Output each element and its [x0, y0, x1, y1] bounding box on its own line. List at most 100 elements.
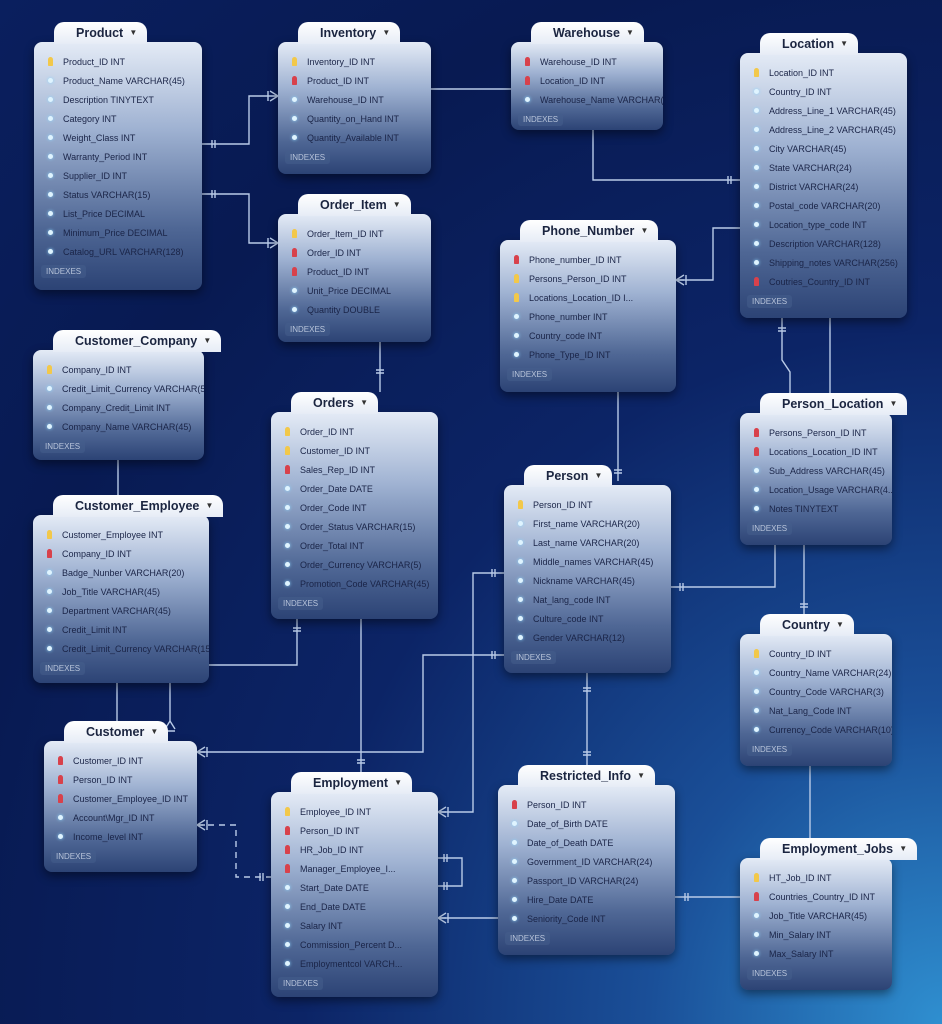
table-title-tab[interactable]: Employment ▼	[291, 772, 413, 794]
table-phone-number[interactable]: Phone_number_ID INT Persons_Person_ID INT…	[500, 220, 676, 392]
caret-down-icon[interactable]: ▼	[360, 392, 368, 414]
caret-down-icon[interactable]: ▼	[203, 330, 211, 352]
column-row[interactable]: Warehouse_Name VARCHAR(45)	[511, 90, 663, 109]
indexes-button[interactable]: INDEXES	[41, 265, 87, 278]
column-row[interactable]: City VARCHAR(45)	[740, 139, 907, 158]
column-row[interactable]: Countries_Country_ID INT	[740, 887, 892, 906]
caret-down-icon[interactable]: ▼	[840, 33, 848, 55]
column-row[interactable]: End_Date DATE	[271, 897, 438, 916]
table-title-tab[interactable]: Customer_Company ▼	[53, 330, 222, 352]
column-row[interactable]: Account\Mgr_ID INT	[44, 808, 197, 827]
column-row[interactable]: Product_ID INT	[34, 52, 202, 71]
column-row[interactable]: Commission_Percent D...	[271, 935, 438, 954]
column-row[interactable]: Employee_ID INT	[271, 802, 438, 821]
column-row[interactable]: Catalog_URL VARCHAR(128)	[34, 242, 202, 261]
column-row[interactable]: Postal_code VARCHAR(20)	[740, 196, 907, 215]
indexes-button[interactable]: INDEXES	[40, 440, 86, 453]
table-person[interactable]: Person_ID INT First_name VARCHAR(20) Last_…	[504, 465, 671, 673]
column-row[interactable]: HT_Job_ID INT	[740, 868, 892, 887]
column-row[interactable]: Persons_Person_ID INT	[740, 423, 892, 442]
column-row[interactable]: District VARCHAR(24)	[740, 177, 907, 196]
indexes-button[interactable]: INDEXES	[747, 522, 793, 535]
column-row[interactable]: Coutries_Country_ID INT	[740, 272, 907, 291]
column-row[interactable]: Order_Total INT	[271, 536, 438, 555]
table-title-tab[interactable]: Order_Item ▼	[298, 194, 411, 216]
caret-down-icon[interactable]: ▼	[150, 721, 158, 743]
column-row[interactable]: HR_Job_ID INT	[271, 840, 438, 859]
column-row[interactable]: Nickname VARCHAR(45)	[504, 571, 671, 590]
indexes-button[interactable]: INDEXES	[51, 850, 97, 863]
caret-down-icon[interactable]: ▼	[836, 614, 844, 636]
indexes-button[interactable]: INDEXES	[507, 368, 553, 381]
column-row[interactable]: Nat_Lang_Code INT	[740, 701, 892, 720]
table-customer-employee[interactable]: Customer_Employee INT Company_ID INT Badge…	[33, 495, 224, 683]
column-row[interactable]: Company_ID INT	[33, 544, 209, 563]
column-row[interactable]: Unit_Price DECIMAL	[278, 281, 431, 300]
column-row[interactable]: Locations_Location_ID I...	[500, 288, 676, 307]
column-row[interactable]: Supplier_ID INT	[34, 166, 202, 185]
table-product[interactable]: Product_ID INT Product_Name VARCHAR(45) De…	[34, 22, 202, 290]
column-row[interactable]: Date_of_Birth DATE	[498, 814, 675, 833]
column-row[interactable]: Department VARCHAR(45)	[33, 601, 209, 620]
column-row[interactable]: Promotion_Code VARCHAR(45)	[271, 574, 438, 593]
table-title-tab[interactable]: Warehouse ▼	[531, 22, 644, 44]
table-title-tab[interactable]: Person_Location ▼	[760, 393, 908, 415]
caret-down-icon[interactable]: ▼	[129, 22, 137, 44]
table-orders[interactable]: Order_ID INT Customer_ID INT Sales_Rep_ID …	[271, 392, 438, 619]
column-row[interactable]: Inventory_ID INT	[278, 52, 431, 71]
indexes-button[interactable]: INDEXES	[747, 967, 793, 980]
table-customer-company[interactable]: Company_ID INT Credit_Limit_Currency VARC…	[33, 330, 222, 460]
column-row[interactable]: Order_Code INT	[271, 498, 438, 517]
column-row[interactable]: Credit_Limit_Currency VARCHAR(15)	[33, 639, 209, 658]
indexes-button[interactable]: INDEXES	[40, 662, 86, 675]
column-row[interactable]: Location_ID INT	[511, 71, 663, 90]
column-row[interactable]: Address_Line_2 VARCHAR(45)	[740, 120, 907, 139]
column-row[interactable]: Address_Line_1 VARCHAR(45)	[740, 101, 907, 120]
column-row[interactable]: Seniority_Code INT	[498, 909, 675, 928]
column-row[interactable]: Description VARCHAR(128)	[740, 234, 907, 253]
caret-down-icon[interactable]: ▼	[640, 220, 648, 242]
table-order-item[interactable]: Order_Item_ID INT Order_ID INT Product_ID …	[278, 194, 431, 342]
column-row[interactable]: Country_Code VARCHAR(3)	[740, 682, 892, 701]
column-row[interactable]: Min_Salary INT	[740, 925, 892, 944]
indexes-button[interactable]: INDEXES	[285, 323, 331, 336]
column-row[interactable]: Country_ID INT	[740, 82, 907, 101]
column-row[interactable]: Company_Credit_Limit INT	[33, 398, 204, 417]
indexes-button[interactable]: INDEXES	[505, 932, 551, 945]
caret-down-icon[interactable]: ▼	[626, 22, 634, 44]
indexes-button[interactable]: INDEXES	[278, 977, 324, 990]
column-row[interactable]: List_Price DECIMAL	[34, 204, 202, 223]
column-row[interactable]: Shipping_notes VARCHAR(256)	[740, 253, 907, 272]
column-row[interactable]: Location_ID INT	[740, 63, 907, 82]
column-row[interactable]: Category INT	[34, 109, 202, 128]
column-row[interactable]: Sub_Address VARCHAR(45)	[740, 461, 892, 480]
column-row[interactable]: Employmentcol VARCH...	[271, 954, 438, 973]
column-row[interactable]: Product_ID INT	[278, 71, 431, 90]
indexes-button[interactable]: INDEXES	[747, 295, 793, 308]
caret-down-icon[interactable]: ▼	[393, 194, 401, 216]
caret-down-icon[interactable]: ▼	[899, 838, 907, 860]
column-row[interactable]: Location_type_code INT	[740, 215, 907, 234]
column-row[interactable]: Order_ID INT	[278, 243, 431, 262]
column-row[interactable]: Product_ID INT	[278, 262, 431, 281]
column-row[interactable]: Company_ID INT	[33, 360, 204, 379]
column-row[interactable]: Weight_Class INT	[34, 128, 202, 147]
column-row[interactable]: Person_ID INT	[504, 495, 671, 514]
column-row[interactable]: Order_Currency VARCHAR(5)	[271, 555, 438, 574]
column-row[interactable]: Gender VARCHAR(12)	[504, 628, 671, 647]
table-customer[interactable]: Customer_ID INT Person_ID INT Customer_Emp…	[44, 721, 197, 872]
table-title-tab[interactable]: Customer ▼	[64, 721, 169, 743]
column-row[interactable]: Person_ID INT	[498, 795, 675, 814]
column-row[interactable]: Country_ID INT	[740, 644, 892, 663]
column-row[interactable]: Currency_Code VARCHAR(10)	[740, 720, 892, 739]
column-row[interactable]: Warehouse_ID INT	[278, 90, 431, 109]
column-row[interactable]: Date_of_Death DATE	[498, 833, 675, 852]
column-row[interactable]: Phone_number_ID INT	[500, 250, 676, 269]
column-row[interactable]: Customer_Employee INT	[33, 525, 209, 544]
column-row[interactable]: Location_Usage VARCHAR(4...	[740, 480, 892, 499]
column-row[interactable]: Customer_Employee_ID INT	[44, 789, 197, 808]
table-title-tab[interactable]: Person ▼	[524, 465, 613, 487]
column-row[interactable]: Max_Salary INT	[740, 944, 892, 963]
table-inventory[interactable]: Inventory_ID INT Product_ID INT Warehouse_…	[278, 22, 431, 174]
column-row[interactable]: Last_name VARCHAR(20)	[504, 533, 671, 552]
